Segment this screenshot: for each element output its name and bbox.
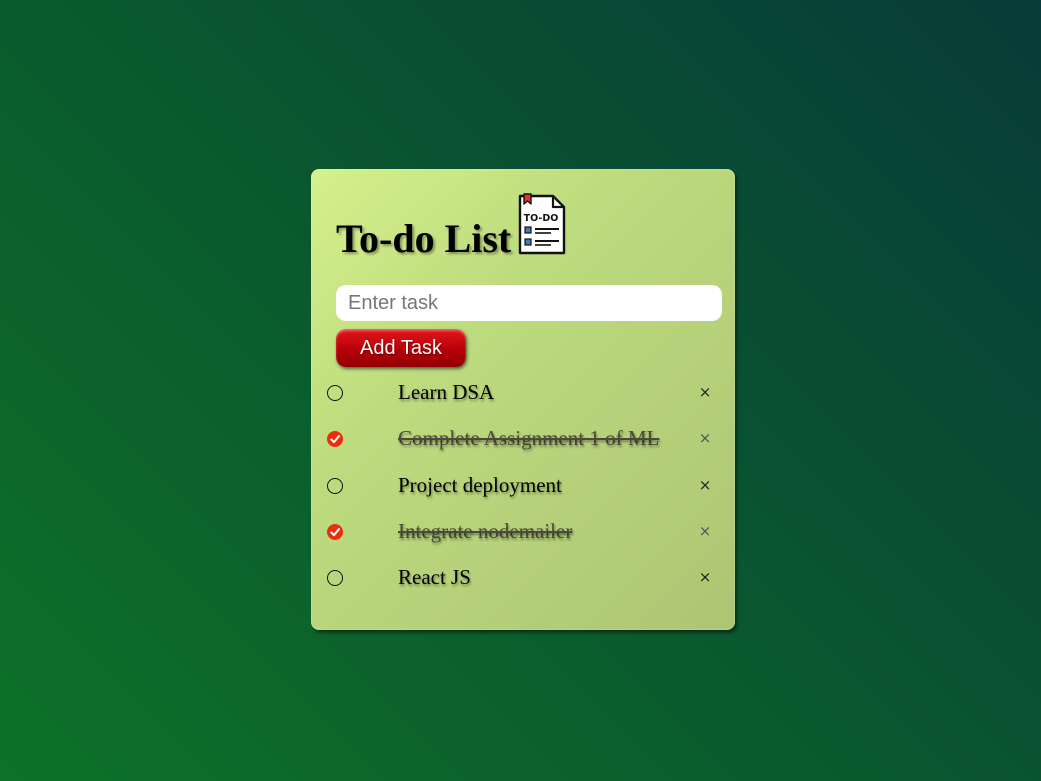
task-list: Learn DSA × Complete Assignment 1 of ML … — [311, 370, 735, 601]
checked-circle-icon[interactable] — [327, 431, 343, 448]
task-item[interactable]: Complete Assignment 1 of ML × — [311, 416, 735, 462]
unchecked-circle-icon[interactable] — [327, 477, 343, 494]
delete-task-icon[interactable]: × — [697, 428, 713, 448]
delete-task-icon[interactable]: × — [697, 382, 713, 402]
task-text[interactable]: Complete Assignment 1 of ML — [398, 426, 659, 451]
unchecked-circle-icon[interactable] — [327, 385, 343, 401]
task-item[interactable]: Learn DSA × — [311, 370, 735, 416]
task-text[interactable]: Learn DSA — [398, 380, 494, 405]
unchecked-circle-icon[interactable] — [327, 570, 343, 586]
task-text[interactable]: Project deployment — [398, 473, 562, 498]
delete-task-icon[interactable]: × — [697, 567, 713, 587]
todo-icon-label: TO-DO — [524, 213, 559, 224]
todo-card: To-do List TO-DO Add Task Learn DSA × Co… — [311, 169, 735, 630]
task-input[interactable] — [336, 285, 722, 321]
delete-task-icon[interactable]: × — [697, 521, 713, 541]
task-text[interactable]: React JS — [398, 565, 471, 590]
task-item[interactable]: React JS × — [311, 555, 735, 601]
task-item[interactable]: Project deployment × — [311, 463, 735, 509]
page-title: To-do List — [336, 216, 512, 261]
add-task-button[interactable]: Add Task — [336, 329, 466, 367]
task-text[interactable]: Integrate nodemailer — [398, 519, 572, 544]
delete-task-icon[interactable]: × — [697, 475, 713, 495]
checked-circle-icon[interactable] — [327, 523, 343, 540]
todo-clipboard-icon: TO-DO — [518, 193, 566, 255]
task-item[interactable]: Integrate nodemailer × — [311, 509, 735, 555]
